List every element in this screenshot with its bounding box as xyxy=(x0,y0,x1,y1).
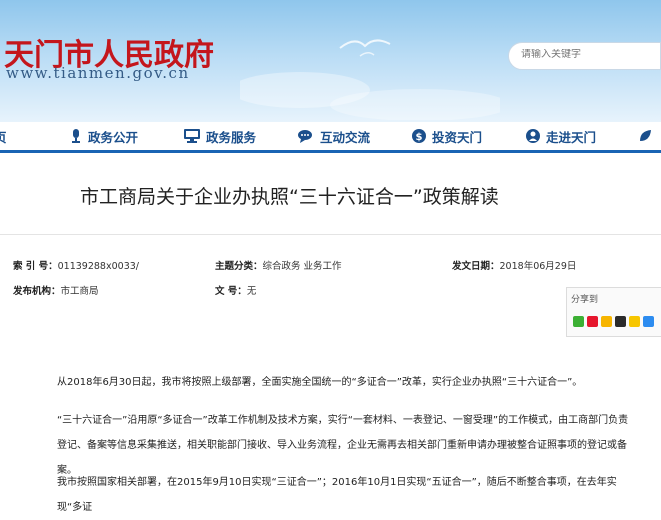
nav-item-about[interactable]: 走进天门 xyxy=(526,127,596,145)
person-icon xyxy=(526,129,540,143)
clouds-decoration-icon xyxy=(240,72,500,120)
monitor-icon xyxy=(184,129,200,143)
article-title-area: 市工商局关于企业办执照“三十六证合一”政策解读 xyxy=(0,154,661,235)
svg-text:$: $ xyxy=(416,132,423,143)
qq-space-star-icon[interactable] xyxy=(629,316,640,327)
weibo-icon[interactable] xyxy=(587,316,598,327)
nav-item-invest[interactable]: $ 投资天门 xyxy=(412,127,482,145)
nav-item-label: 政务公开 xyxy=(88,129,139,145)
nav-item-label: 投资天门 xyxy=(432,129,483,145)
meta-label: 发文日期： xyxy=(452,261,500,272)
search-box xyxy=(508,42,661,70)
nav-item-gov-service[interactable]: 政务服务 xyxy=(184,127,256,145)
nav-item-label: 政务服务 xyxy=(206,129,257,145)
search-input[interactable] xyxy=(521,49,651,60)
meta-org: 发布机构：市工商局 xyxy=(13,283,99,297)
meta-date: 发文日期：2018年06月29日 xyxy=(452,258,576,272)
meta-index: 索 引 号：01139288x0033/ xyxy=(13,258,139,272)
wechat-icon[interactable] xyxy=(573,316,584,327)
meta-value: 无 xyxy=(246,286,257,297)
nav-item-gov-open[interactable]: 政务公开 xyxy=(70,127,138,145)
article-paragraph: 从2018年6月30日起，我市将按照上级部署，全面实施全国统一的“多证合一”改革… xyxy=(57,377,583,388)
meta-value: 01139288x0033/ xyxy=(57,261,139,272)
nav-item-interaction[interactable]: 互动交流 xyxy=(298,127,370,145)
share-icons xyxy=(573,316,654,327)
page-title: 市工商局关于企业办执照“三十六证合一”政策解读 xyxy=(80,186,499,208)
article-paragraph: 我市按照国家相关部署，在2015年9月10日实现“三证合一”；2016年10月1… xyxy=(57,477,617,513)
meta-value: 2018年06月29日 xyxy=(499,261,577,272)
meta-topic: 主题分类：综合政务 业务工作 xyxy=(215,258,342,272)
meta-label: 索 引 号： xyxy=(13,261,58,272)
share-panel: 分享到 xyxy=(566,287,661,337)
meta-value: 综合政务 业务工作 xyxy=(262,261,342,272)
meta-value: 市工商局 xyxy=(60,286,99,297)
meta-label: 文 号： xyxy=(215,286,247,297)
nav-item-label: 页 xyxy=(0,129,7,145)
site-header: 天门市人民政府 www.tianmen.gov.cn xyxy=(0,0,661,122)
nav-item-more[interactable] xyxy=(638,127,658,145)
qzone-icon[interactable] xyxy=(601,316,612,327)
money-icon: $ xyxy=(412,129,426,143)
main-nav: 页 政务公开 政务服务 互动交流 $ 投资天门 走进天门 xyxy=(0,122,661,153)
microphone-icon xyxy=(72,129,80,143)
meta-label: 主题分类： xyxy=(215,261,263,272)
qq-icon[interactable] xyxy=(615,316,626,327)
chat-icon xyxy=(298,130,312,143)
nav-item-home[interactable]: 页 xyxy=(0,127,7,145)
leaf-icon xyxy=(640,130,651,141)
share-label: 分享到 xyxy=(571,295,599,305)
meta-label: 发布机构： xyxy=(13,286,61,297)
meta-docno: 文 号：无 xyxy=(215,283,256,297)
tencent-weibo-icon[interactable] xyxy=(643,316,654,327)
nav-item-label: 互动交流 xyxy=(320,129,371,145)
site-url: www.tianmen.gov.cn xyxy=(6,64,190,82)
nav-item-label: 走进天门 xyxy=(546,129,597,145)
